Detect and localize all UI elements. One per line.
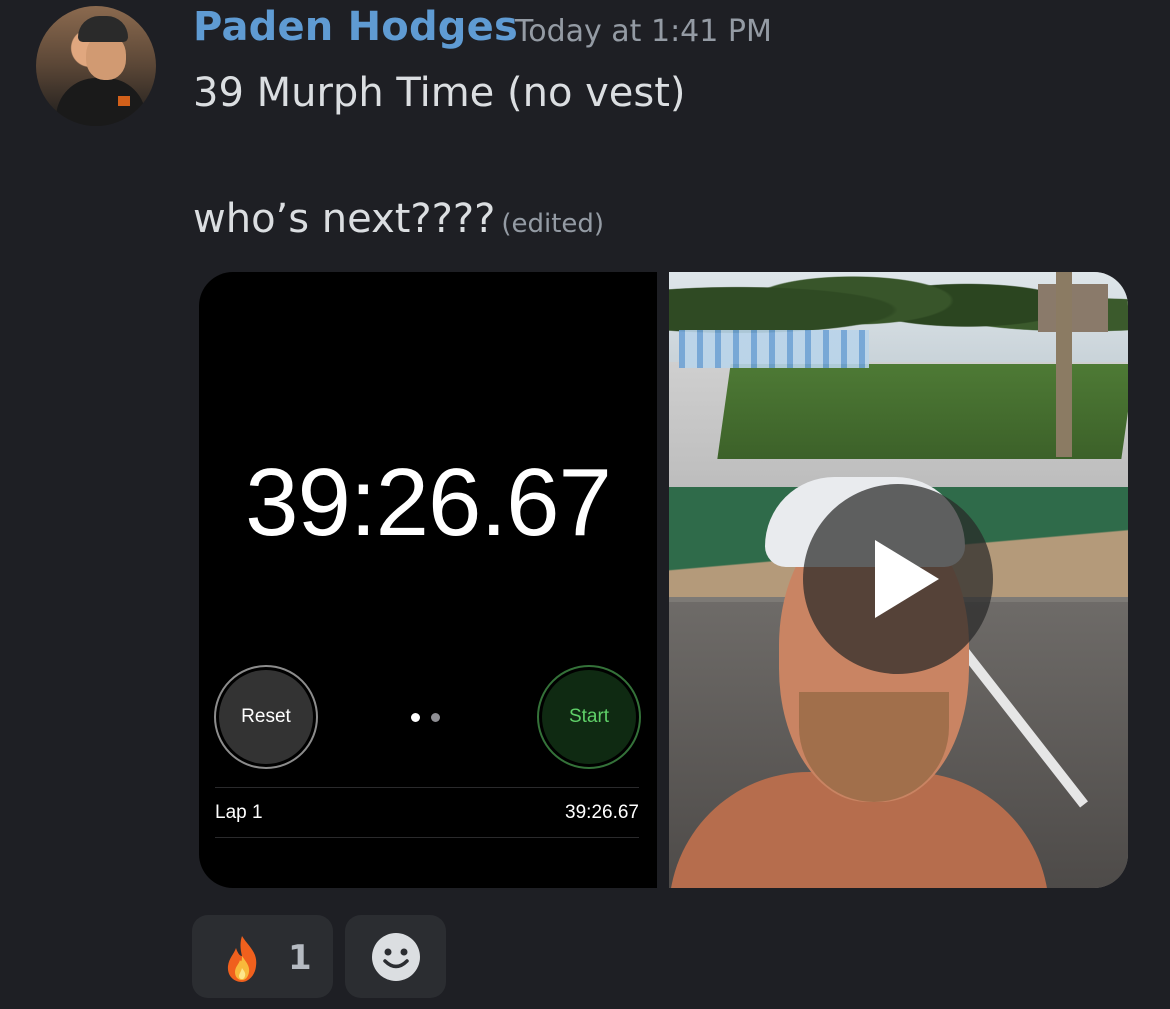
message-timestamp[interactable]: Today at 1:41 PM xyxy=(515,14,772,49)
lap-divider-top xyxy=(215,787,639,788)
page-dot-active xyxy=(411,713,420,722)
reaction-count: 1 xyxy=(288,938,312,978)
video-pole xyxy=(1056,272,1072,457)
attachment-video[interactable] xyxy=(669,272,1128,888)
video-blue-equipment xyxy=(679,330,869,368)
add-reaction-button[interactable] xyxy=(345,915,446,998)
page-dot-inactive xyxy=(431,713,440,722)
message-line-1: 39 Murph Time (no vest) xyxy=(193,70,686,116)
stopwatch-time: 39:26.67 xyxy=(245,449,612,556)
add-reaction-smiley-icon xyxy=(371,932,420,981)
lap-divider-bottom xyxy=(215,837,639,838)
avatar-cap xyxy=(78,16,128,42)
attachment-stopwatch-image[interactable]: 39:26.67 Reset Start Lap 1 39:26.67 xyxy=(199,272,657,888)
user-avatar[interactable] xyxy=(36,6,156,126)
message-line-2: who’s next???? (edited) xyxy=(193,196,604,242)
play-icon[interactable] xyxy=(803,484,993,674)
reset-label: Reset xyxy=(241,706,291,727)
reaction-fire[interactable]: 1 xyxy=(192,915,333,998)
stopwatch-start-button: Start xyxy=(537,665,641,769)
edited-label: (edited) xyxy=(501,209,605,239)
lap-time: 39:26.67 xyxy=(565,802,639,823)
lap-label: Lap 1 xyxy=(215,802,263,823)
avatar-shirt xyxy=(56,78,146,126)
start-label: Start xyxy=(568,706,610,727)
stopwatch-reset-button: Reset xyxy=(214,665,318,769)
message-text-2: who’s next???? xyxy=(193,196,496,242)
video-house xyxy=(1038,284,1108,332)
avatar-shirt-logo xyxy=(118,96,130,106)
fire-icon xyxy=(227,936,257,982)
message-text-1: 39 Murph Time (no vest) xyxy=(193,70,686,116)
author-name[interactable]: Paden Hodges xyxy=(193,4,518,50)
